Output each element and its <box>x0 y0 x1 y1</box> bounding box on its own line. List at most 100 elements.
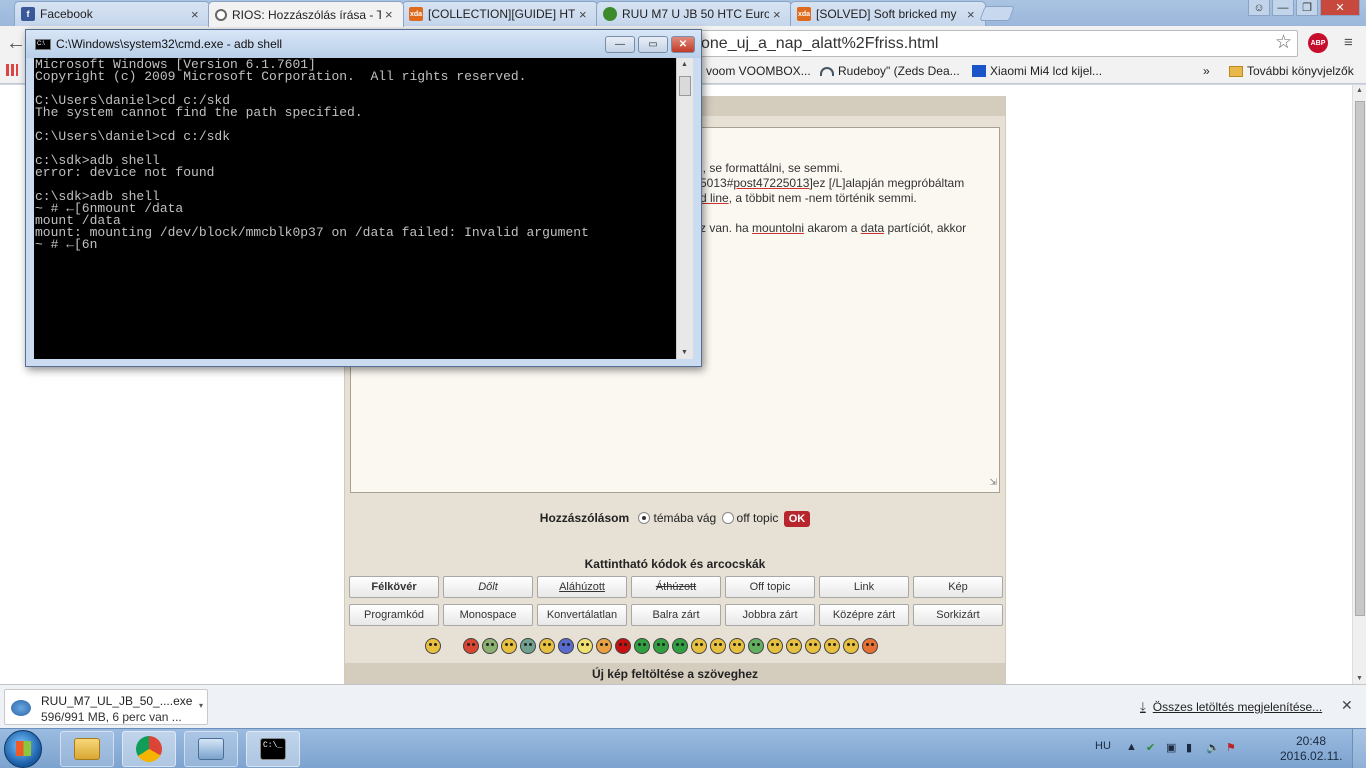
smiley-icon[interactable] <box>615 638 631 654</box>
scrollbar-thumb[interactable] <box>1355 101 1365 616</box>
clock[interactable]: 20:48 2016.02.11. <box>1280 734 1343 764</box>
italic-button[interactable]: Dőlt <box>443 576 533 598</box>
cmd-icon: C:\_ <box>260 738 286 760</box>
flag-icon[interactable]: ⚑ <box>1226 741 1238 755</box>
scroll-up-icon[interactable]: ▲ <box>1356 87 1363 94</box>
show-all-downloads-link[interactable]: ⤓ Összes letöltés megjelenítése... <box>1140 699 1322 715</box>
radio-on-topic[interactable] <box>638 512 651 524</box>
smiley-icon[interactable] <box>805 638 821 654</box>
off-topic-button[interactable]: Off topic <box>725 576 815 598</box>
smiley-icon[interactable] <box>634 638 650 654</box>
bookmark-rudeboy[interactable]: Rudeboy" (Zeds Dea... <box>820 64 960 78</box>
align-right-button[interactable]: Jobbra zárt <box>725 604 815 626</box>
editor-line: partíciót, akkor <box>884 221 967 235</box>
close-tab-icon[interactable]: × <box>773 7 785 22</box>
link-button[interactable]: Link <box>819 576 909 598</box>
smiley-icon[interactable] <box>824 638 840 654</box>
console-scrollbar[interactable]: ▲ ▼ <box>676 58 693 359</box>
network-icon[interactable]: ▮ <box>1186 741 1198 755</box>
underline-button[interactable]: Aláhúzott <box>537 576 627 598</box>
more-bookmarks-chevron[interactable]: » <box>1203 64 1210 78</box>
other-bookmarks-folder[interactable]: További könyvjelzők <box>1229 64 1354 78</box>
close-tab-icon[interactable]: × <box>385 7 397 22</box>
taskbar-explorer[interactable] <box>60 731 114 767</box>
language-indicator[interactable]: HU <box>1095 740 1111 752</box>
show-hidden-icons-icon[interactable]: ▲ <box>1126 741 1138 755</box>
image-button[interactable]: Kép <box>913 576 1003 598</box>
chrome-menu-icon[interactable]: ≡ <box>1344 34 1353 51</box>
smiley-icon[interactable] <box>539 638 555 654</box>
back-arrow-icon[interactable]: ← <box>6 32 26 55</box>
taskbar-cmd[interactable]: C:\_ <box>246 731 300 767</box>
page-scrollbar[interactable]: ▲ ▼ <box>1352 85 1366 684</box>
smiley-icon[interactable] <box>729 638 745 654</box>
close-tab-icon[interactable]: × <box>579 7 591 22</box>
scroll-down-icon[interactable]: ▼ <box>681 349 688 356</box>
align-center-button[interactable]: Középre zárt <box>819 604 909 626</box>
resize-handle-icon[interactable]: ⇲ <box>989 475 997 490</box>
smiley-icon[interactable] <box>577 638 593 654</box>
smiley-icon[interactable] <box>767 638 783 654</box>
tab-xda-solved[interactable]: xda [SOLVED] Soft bricked my × <box>790 1 986 26</box>
apps-icon[interactable] <box>6 64 22 76</box>
close-tab-icon[interactable]: × <box>967 7 979 22</box>
cmd-maximize-button[interactable]: ▭ <box>638 36 668 53</box>
bold-button[interactable]: Félkövér <box>349 576 439 598</box>
smiley-icon[interactable] <box>748 638 764 654</box>
smiley-icon[interactable] <box>786 638 802 654</box>
new-tab-button[interactable] <box>979 6 1015 21</box>
user-icon[interactable]: ☺ <box>1248 0 1270 16</box>
smiley-icon[interactable] <box>710 638 726 654</box>
tab-ruu[interactable]: RUU M7 U JB 50 HTC Euro × <box>596 1 792 26</box>
show-desktop-button[interactable] <box>1352 729 1366 768</box>
close-download-bar-icon[interactable]: ✕ <box>1341 697 1353 714</box>
monospace-button[interactable]: Monospace <box>443 604 533 626</box>
close-tab-icon[interactable]: × <box>191 7 203 22</box>
image-upload-header[interactable]: Új kép feltöltése a szöveghez <box>345 663 1005 684</box>
bookmark-star-icon[interactable]: ☆ <box>1275 31 1292 54</box>
scroll-down-icon[interactable]: ▼ <box>1356 675 1363 682</box>
smiley-icon[interactable] <box>691 638 707 654</box>
taskbar-control-panel[interactable] <box>184 731 238 767</box>
volume-icon[interactable]: 🔈 <box>1206 741 1220 755</box>
smiley-icon[interactable] <box>558 638 574 654</box>
smiley-icon[interactable] <box>672 638 688 654</box>
bookmark-xiaomi[interactable]: Xiaomi Mi4 lcd kijel... <box>972 64 1102 78</box>
smiley-icon[interactable] <box>482 638 498 654</box>
justify-button[interactable]: Sorkizárt <box>913 604 1003 626</box>
tab-facebook[interactable]: f Facebook × <box>14 1 210 26</box>
smiley-icon[interactable] <box>501 638 517 654</box>
minimize-button[interactable]: — <box>1272 0 1294 16</box>
cmd-titlebar[interactable]: C:\ C:\Windows\system32\cmd.exe - adb sh… <box>26 30 701 58</box>
adblock-plus-icon[interactable]: ABP <box>1308 33 1328 53</box>
smiley-icon[interactable] <box>653 638 669 654</box>
restore-button[interactable]: ❐ <box>1296 0 1318 16</box>
close-window-button[interactable]: ✕ <box>1320 0 1360 16</box>
download-menu-icon[interactable]: ▾ <box>199 701 203 710</box>
code-button[interactable]: Programkód <box>349 604 439 626</box>
action-center-icon[interactable]: ✔ <box>1146 741 1158 755</box>
smiley-icon[interactable] <box>425 638 441 654</box>
ok-button[interactable]: OK <box>783 511 811 527</box>
tab-rios[interactable]: RIOS: Hozzászólás írása - T × <box>208 1 404 27</box>
smiley-icon[interactable] <box>596 638 612 654</box>
radio-off-topic[interactable] <box>721 512 734 524</box>
taskbar-chrome[interactable] <box>122 731 176 767</box>
cmd-minimize-button[interactable]: — <box>605 36 635 53</box>
unconverted-button[interactable]: Konvertálatlan <box>537 604 627 626</box>
smiley-icon[interactable] <box>520 638 536 654</box>
bookmark-voombox[interactable]: voom VOOMBOX... <box>706 64 811 78</box>
cmd-close-button[interactable]: ✕ <box>671 36 695 53</box>
smiley-icon[interactable] <box>463 638 479 654</box>
console-output[interactable]: Microsoft Windows [Version 6.1.7601] Copy… <box>34 58 676 359</box>
download-item[interactable]: RUU_M7_UL_JB_50_....exe 596/991 MB, 6 pe… <box>4 689 208 725</box>
smiley-icon[interactable] <box>862 638 878 654</box>
tab-xda-collection[interactable]: xda [COLLECTION][GUIDE] HTC × <box>402 1 598 26</box>
console-scroll-thumb[interactable] <box>679 76 691 96</box>
strikethrough-button[interactable]: Áthúzott <box>631 576 721 598</box>
smiley-icon[interactable] <box>843 638 859 654</box>
align-left-button[interactable]: Balra zárt <box>631 604 721 626</box>
device-icon[interactable]: ▣ <box>1166 741 1178 755</box>
start-button[interactable] <box>4 730 42 768</box>
scroll-up-icon[interactable]: ▲ <box>681 61 688 68</box>
